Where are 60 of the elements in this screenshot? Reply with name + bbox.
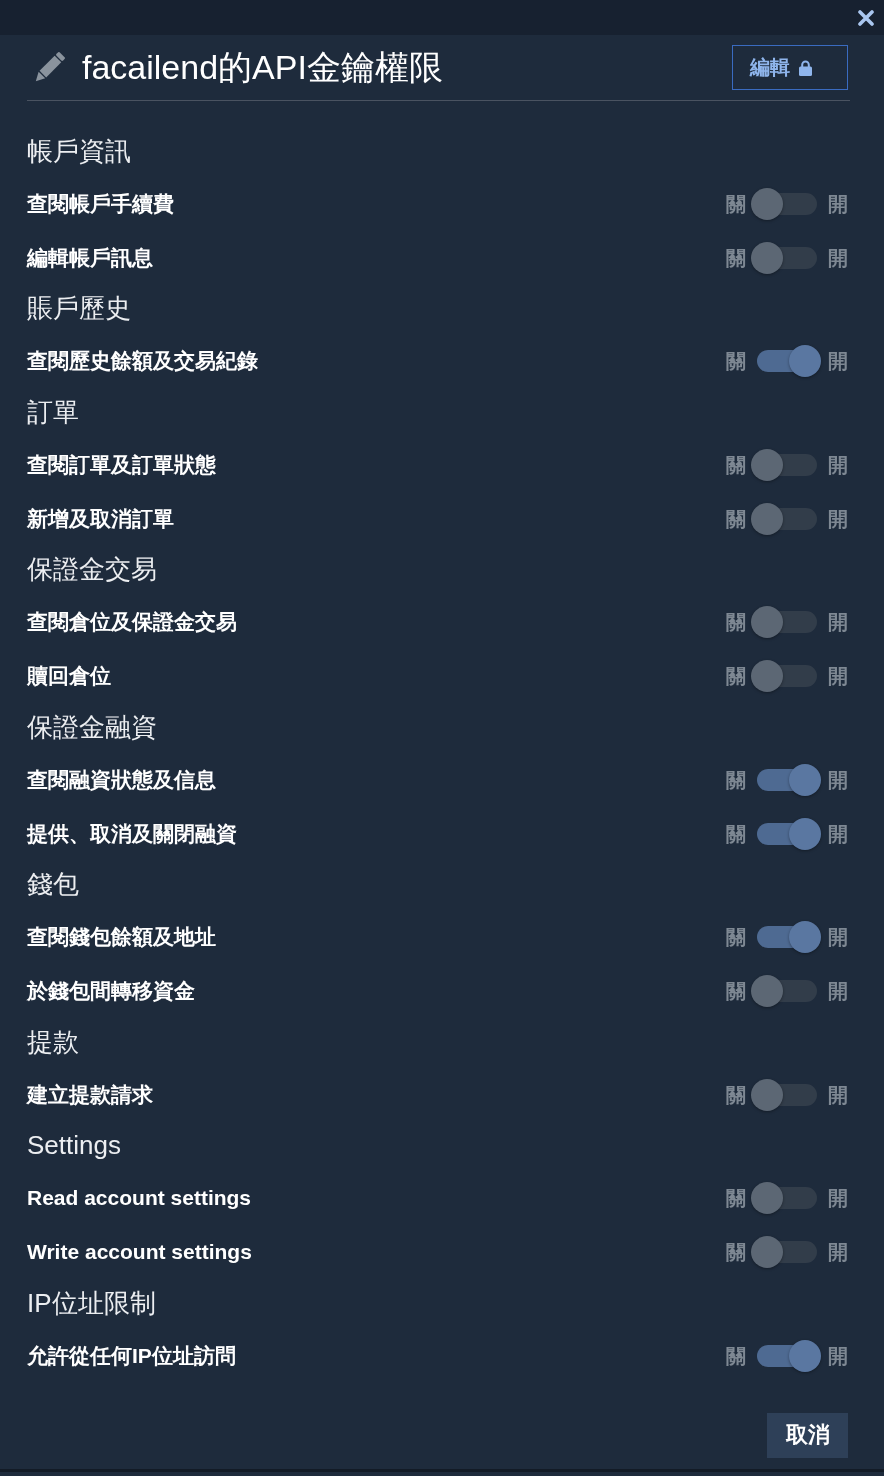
section-heading: 提款: [27, 1025, 79, 1059]
on-label: 開: [828, 1084, 848, 1105]
section-heading: 錢包: [27, 868, 79, 902]
off-label: 關: [726, 1345, 746, 1366]
on-label: 開: [828, 454, 848, 475]
dialog-title: facailend的API金鑰權限: [82, 46, 444, 88]
section-heading: 賬戶歷史: [27, 292, 131, 326]
on-label: 開: [828, 666, 848, 686]
off-label: 關: [726, 666, 746, 686]
off-label: 關: [726, 247, 746, 268]
permission-label: 查閱倉位及保證金交易: [27, 609, 237, 635]
section-heading: 帳戶資訊: [27, 134, 131, 168]
permission-label: Write account settings: [27, 1240, 252, 1264]
section-heading: 保證金融資: [27, 710, 157, 744]
permission-label: 新增及取消訂單: [27, 505, 174, 532]
on-label: 開: [828, 823, 848, 844]
permission-label: 查閱訂單及訂單狀態: [27, 451, 216, 478]
off-label: 關: [726, 351, 746, 371]
on-label: 開: [828, 612, 848, 632]
permission-label: Read account settings: [27, 1186, 252, 1210]
off-label: 關: [726, 612, 746, 632]
on-label: 開: [828, 769, 848, 790]
permission-label: 贖回倉位: [27, 663, 111, 689]
off-label: 關: [726, 927, 746, 947]
on-label: 開: [828, 927, 848, 947]
permission-label: 建立提款請求: [27, 1081, 153, 1108]
on-label: 開: [828, 193, 848, 214]
on-label: 開: [828, 1242, 848, 1262]
permission-label: 查閱融資狀態及信息: [27, 766, 216, 793]
section-heading: Settings: [27, 1130, 121, 1162]
off-label: 關: [726, 981, 746, 1001]
on-label: 開: [828, 247, 848, 268]
off-label: 關: [726, 454, 746, 475]
off-label: 關: [726, 1084, 746, 1105]
permission-label: 編輯帳戶訊息: [27, 244, 153, 271]
off-label: 關: [726, 823, 746, 844]
permission-label: 允許從任何IP位址訪問: [27, 1342, 236, 1369]
on-label: 開: [828, 508, 848, 529]
pencil-icon: [33, 51, 65, 84]
off-label: 關: [726, 193, 746, 214]
on-label: 開: [828, 981, 848, 1001]
on-label: 開: [828, 1188, 848, 1208]
permission-label: 查閱歷史餘額及交易紀錄: [27, 348, 258, 374]
permission-label: 提供、取消及關閉融資: [27, 820, 237, 847]
section-heading: 訂單: [27, 395, 79, 429]
permission-label: 查閱錢包餘額及地址: [27, 924, 216, 950]
cancel-button[interactable]: 取消: [767, 1412, 848, 1458]
section-heading: IP位址限制: [27, 1286, 156, 1320]
permission-label: 查閱帳戶手續費: [27, 190, 174, 217]
close-icon[interactable]: [858, 9, 874, 26]
off-label: 關: [726, 769, 746, 790]
on-label: 開: [828, 351, 848, 371]
lock-icon: [799, 59, 812, 76]
edit-button[interactable]: 編輯: [732, 45, 848, 90]
section-heading: 保證金交易: [27, 553, 157, 587]
off-label: 關: [726, 1188, 746, 1208]
off-label: 關: [726, 1242, 746, 1262]
off-label: 關: [726, 508, 746, 529]
on-label: 開: [828, 1345, 848, 1366]
permission-label: 於錢包間轉移資金: [27, 978, 195, 1004]
